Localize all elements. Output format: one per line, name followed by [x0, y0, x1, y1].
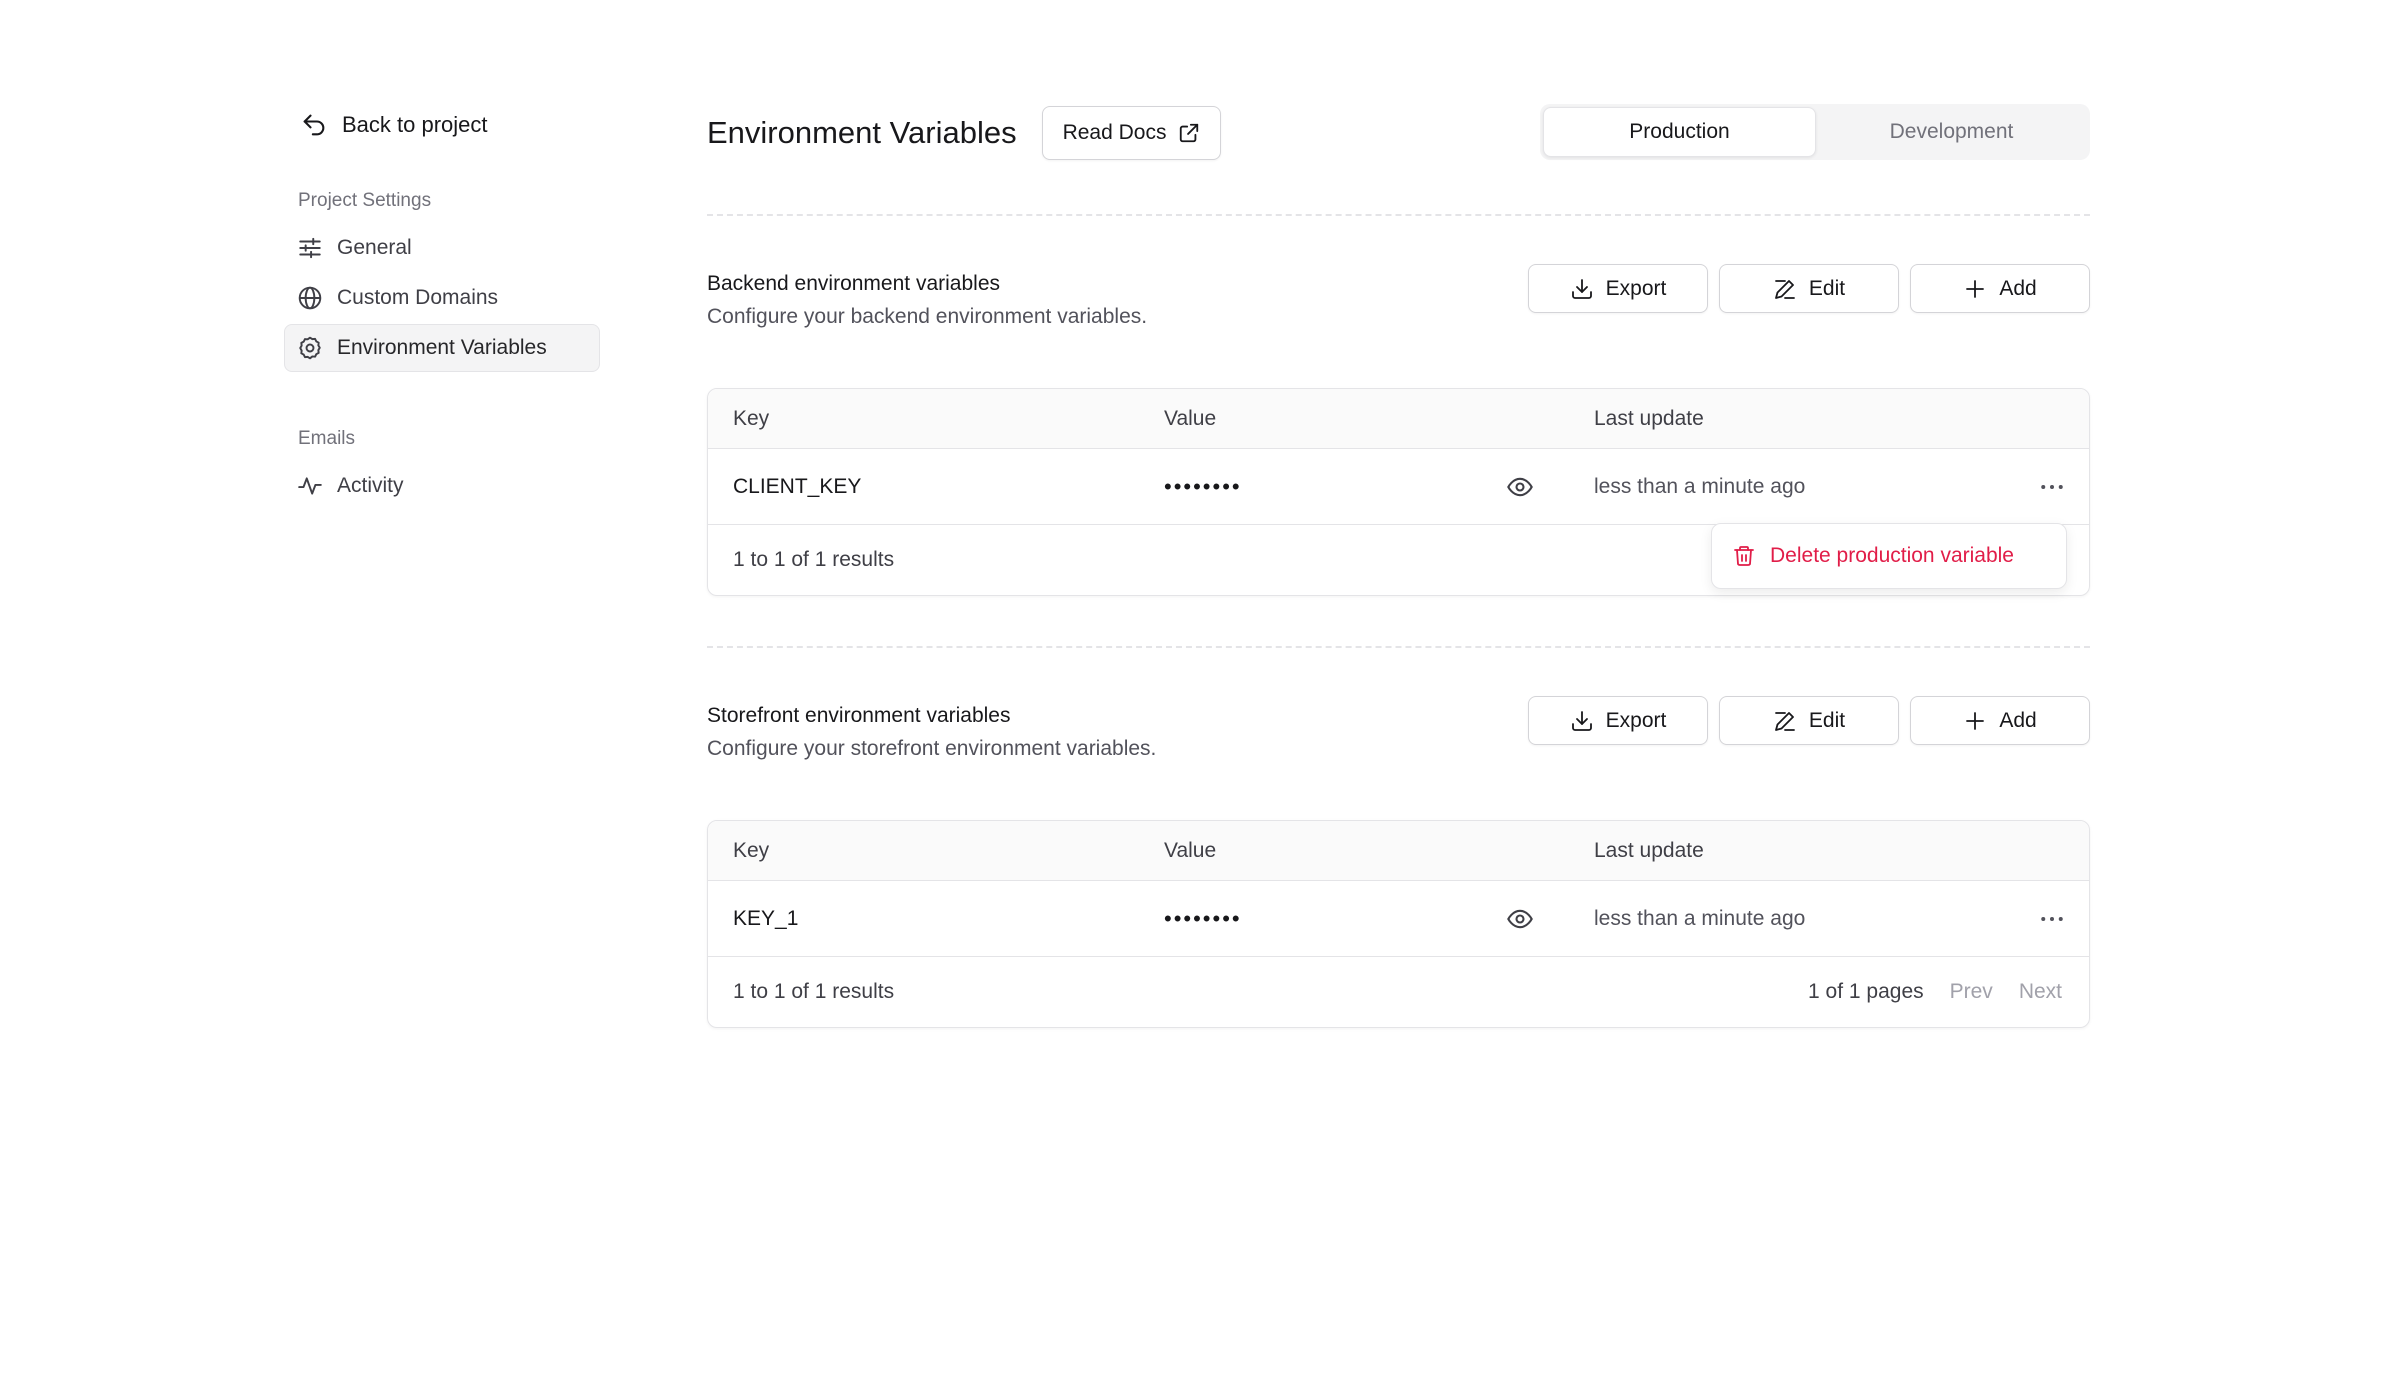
back-to-project-link[interactable]: Back to project	[284, 100, 600, 150]
pencil-icon	[1775, 279, 1795, 299]
sidebar-item-environment-variables[interactable]: Environment Variables	[284, 324, 600, 372]
external-link-icon	[1180, 123, 1199, 143]
next-page-button[interactable]: Next	[2019, 980, 2062, 1004]
backend-actions: Export Edit Add	[1528, 264, 2090, 313]
column-header-value: Value	[1164, 406, 1217, 430]
plus-icon	[1966, 279, 1985, 298]
row-more-button[interactable]	[2037, 472, 2067, 502]
project-settings-heading: Project Settings	[298, 190, 432, 211]
sidebar-item-label: Activity	[337, 474, 404, 497]
row-actions-menu: Delete production variable	[1711, 523, 2067, 589]
storefront-actions: Export Edit Add	[1528, 696, 2090, 745]
column-header-key: Key	[733, 406, 770, 430]
column-header-last-update: Last update	[1594, 838, 1704, 862]
edit-label: Edit	[1808, 708, 1846, 732]
gear-icon	[299, 336, 321, 360]
download-icon	[1571, 278, 1592, 299]
table-header-row: Key Value Last update	[708, 389, 2089, 449]
table-row: KEY_1 •••••••• less than a minute ago	[708, 881, 2089, 957]
export-label: Export	[1605, 276, 1667, 300]
pencil-icon	[1775, 711, 1795, 731]
download-icon	[1571, 710, 1592, 731]
results-count: 1 to 1 of 1 results	[733, 548, 895, 571]
ellipsis-icon	[2041, 484, 2063, 489]
variable-key: KEY_1	[733, 906, 799, 930]
storefront-section-header: Storefront environment variables Configu…	[707, 696, 2090, 766]
globe-icon	[298, 286, 322, 310]
eye-icon[interactable]	[1506, 473, 1534, 501]
backend-variables-table: Key Value Last update CLIENT_KEY •••••••…	[707, 388, 2090, 596]
page-indicator: 1 of 1 pages	[1808, 980, 1924, 1003]
storefront-variables-table: Key Value Last update KEY_1 •••••••• les…	[707, 820, 2090, 1028]
table-row: CLIENT_KEY •••••••• less than a minute a…	[708, 449, 2089, 525]
column-header-value: Value	[1164, 838, 1217, 862]
add-label: Add	[1999, 276, 2037, 300]
table-header-row: Key Value Last update	[708, 821, 2089, 881]
table-footer: 1 to 1 of 1 results 1 of 1 pages Prev Ne…	[708, 957, 2089, 1027]
main-content: Environment Variables Read Docs Producti…	[707, 100, 2090, 1028]
prev-page-button[interactable]: Prev	[1950, 980, 1993, 1004]
sidebar-item-label: Custom Domains	[337, 286, 499, 309]
sliders-icon	[299, 237, 321, 259]
storefront-edit-button[interactable]: Edit	[1719, 696, 1899, 745]
ellipsis-icon	[2041, 916, 2063, 921]
delete-production-variable-label: Delete production variable	[1770, 544, 2014, 567]
column-header-key: Key	[733, 838, 770, 862]
eye-icon[interactable]	[1506, 905, 1534, 933]
sidebar-item-custom-domains[interactable]: Custom Domains	[284, 274, 600, 322]
storefront-add-button[interactable]: Add	[1910, 696, 2090, 745]
backend-export-button[interactable]: Export	[1528, 264, 1708, 313]
delete-production-variable-item[interactable]: Delete production variable	[1732, 544, 2014, 568]
results-count: 1 to 1 of 1 results	[733, 980, 895, 1003]
backend-add-button[interactable]: Add	[1910, 264, 2090, 313]
backend-section-header: Backend environment variables Configure …	[707, 264, 2090, 334]
backend-edit-button[interactable]: Edit	[1719, 264, 1899, 313]
page-header: Environment Variables Read Docs Producti…	[707, 100, 2090, 166]
trash-icon	[1734, 546, 1754, 566]
tab-production[interactable]: Production	[1543, 107, 1816, 157]
undo-arrow-icon	[303, 114, 325, 136]
sidebar-item-activity[interactable]: Activity	[284, 462, 600, 510]
storefront-section: Storefront environment variables Configu…	[707, 696, 2090, 1028]
read-docs-label: Read Docs	[1062, 121, 1167, 144]
tab-development[interactable]: Development	[1816, 107, 2087, 157]
back-to-project-label: Back to project	[342, 112, 488, 137]
add-label: Add	[1999, 708, 2037, 732]
variable-last-update: less than a minute ago	[1594, 474, 1806, 498]
section-divider	[707, 214, 2090, 216]
sidebar-item-label: Environment Variables	[337, 336, 547, 359]
variable-key: CLIENT_KEY	[733, 474, 862, 498]
variable-value-masked: ••••••••	[1164, 473, 1242, 499]
activity-icon	[298, 477, 322, 495]
row-more-button[interactable]	[2037, 904, 2067, 934]
export-label: Export	[1605, 708, 1667, 732]
section-divider	[707, 646, 2090, 648]
sidebar: Back to project Project Settings General…	[284, 100, 600, 512]
column-header-last-update: Last update	[1594, 406, 1704, 430]
plus-icon	[1966, 711, 1985, 730]
read-docs-button[interactable]: Read Docs	[1041, 106, 1222, 160]
environment-tabs: Production Development	[1540, 104, 2090, 160]
variable-value-masked: ••••••••	[1164, 905, 1242, 931]
emails-heading: Emails	[298, 428, 356, 449]
sidebar-item-general[interactable]: General	[284, 224, 600, 272]
edit-label: Edit	[1808, 276, 1846, 300]
variable-last-update: less than a minute ago	[1594, 906, 1806, 930]
storefront-export-button[interactable]: Export	[1528, 696, 1708, 745]
sidebar-item-label: General	[337, 236, 412, 259]
backend-section: Backend environment variables Configure …	[707, 264, 2090, 596]
pagination: 1 of 1 pages Prev Next	[1808, 980, 2062, 1004]
page-title: Environment Variables	[707, 115, 1017, 150]
